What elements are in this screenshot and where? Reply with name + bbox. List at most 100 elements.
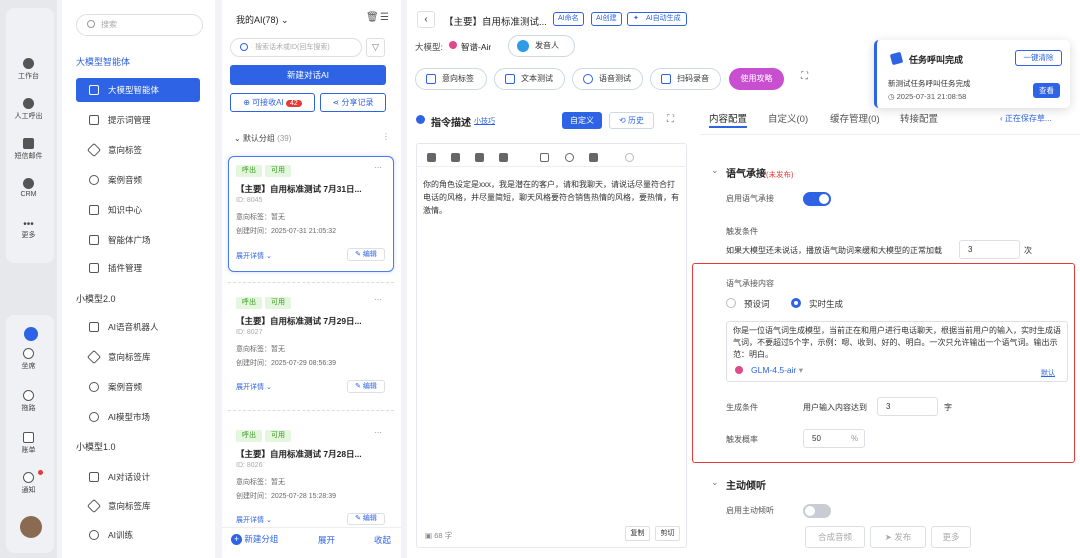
back-button[interactable]: ‹ bbox=[417, 11, 435, 28]
robot-icon bbox=[89, 322, 99, 332]
nav-item-voice-robot[interactable]: AI语音机器人 bbox=[76, 315, 200, 339]
tab-cache[interactable]: 缓存管理(0) bbox=[830, 111, 880, 125]
new-ai-button[interactable]: 新建对话AI bbox=[230, 65, 386, 85]
card-edit-button[interactable]: ✎ 编辑 bbox=[347, 513, 385, 525]
chevron-down-icon[interactable]: ⌄ bbox=[711, 165, 719, 176]
card-expand-link[interactable]: 展开详情 ⌄ bbox=[236, 382, 272, 392]
trash-icon[interactable]: 🗑 bbox=[366, 12, 379, 23]
copy-button[interactable]: 复制 bbox=[625, 526, 650, 541]
image-icon[interactable] bbox=[540, 153, 549, 162]
rail-manual-call[interactable]: 人工呼出 bbox=[0, 98, 57, 121]
nav-item-square[interactable]: 智能体广场 bbox=[76, 228, 200, 252]
card-expand-link[interactable]: 展开详情 ⌄ bbox=[236, 515, 272, 525]
card-more-icon[interactable]: ··· bbox=[374, 163, 382, 172]
note-icon[interactable] bbox=[451, 153, 460, 162]
expand-editor-icon[interactable]: ⛶ bbox=[667, 114, 674, 125]
nav-item-dialog-design[interactable]: AI对话设计 bbox=[76, 465, 200, 489]
default-link[interactable]: 默认 bbox=[1041, 368, 1055, 378]
rail-workbench[interactable]: 工作台 bbox=[0, 58, 57, 81]
radio-preset-label[interactable]: 预设词 bbox=[744, 298, 770, 310]
publish-button[interactable]: ➤ 发布 bbox=[870, 526, 926, 548]
nav-item-training[interactable]: AI训练 bbox=[76, 523, 200, 547]
scan-record-button[interactable]: 扫码录音 bbox=[650, 68, 721, 90]
radio-realtime[interactable] bbox=[791, 298, 801, 308]
ai-create-badge[interactable]: AI创建 bbox=[591, 12, 622, 26]
custom-button[interactable]: 自定义 bbox=[562, 112, 602, 129]
group-header[interactable]: ⌄ 默认分组 (39) bbox=[234, 133, 291, 144]
nav-item-prompt[interactable]: 提示词管理 bbox=[76, 108, 200, 132]
model-name[interactable]: 智谱-Air bbox=[461, 41, 491, 53]
mic-icon[interactable] bbox=[475, 153, 484, 162]
card-edit-button[interactable]: ✎ 编辑 bbox=[347, 248, 385, 261]
expand-all-button[interactable]: 展开 bbox=[318, 534, 335, 546]
sort-icon[interactable]: ☰ bbox=[380, 12, 389, 23]
nav-item-knowledge[interactable]: 知识中心 bbox=[76, 198, 200, 222]
receive-ai-button[interactable]: ⊕ 可接收AI 42 bbox=[230, 93, 315, 112]
agent-icon bbox=[89, 85, 99, 95]
card-title[interactable]: 【主要】自用标准测试 7月28日... bbox=[236, 448, 362, 460]
view-button[interactable]: 查看 bbox=[1033, 83, 1060, 98]
tab-content-config[interactable]: 内容配置 bbox=[709, 111, 747, 125]
card-expand-link[interactable]: 展开详情 ⌄ bbox=[236, 251, 272, 261]
nav-item-llm-agent[interactable]: 大模型智能体 bbox=[76, 78, 200, 102]
more-button[interactable]: 更多 bbox=[931, 526, 971, 548]
card-divider bbox=[228, 410, 394, 411]
trigger-count-input[interactable]: 3 bbox=[959, 240, 1020, 259]
tab-custom[interactable]: 自定义(0) bbox=[768, 111, 808, 125]
new-group-button[interactable]: + 新建分组 bbox=[231, 533, 278, 545]
gen-model-select[interactable]: GLM-4.5-air ▾ bbox=[751, 365, 803, 376]
card-more-icon[interactable]: ··· bbox=[374, 428, 382, 437]
radio-preset[interactable] bbox=[726, 298, 736, 308]
nav-item-model-market[interactable]: AI模型市场 bbox=[76, 405, 200, 429]
intent-tag-button[interactable]: 意向标签 bbox=[415, 68, 487, 90]
tips-link[interactable]: 小技巧 bbox=[474, 116, 495, 126]
card-edit-button[interactable]: ✎ 编辑 bbox=[347, 380, 385, 393]
text-test-button[interactable]: 文本测试 bbox=[494, 68, 565, 90]
nav-item-audio[interactable]: 案例音频 bbox=[76, 168, 200, 192]
rail-more[interactable]: ••• 更多 bbox=[0, 220, 57, 240]
rail-bill[interactable]: 账单 bbox=[0, 432, 57, 455]
speaker-chip[interactable]: 发音人 bbox=[508, 35, 575, 57]
sparkle-icon[interactable] bbox=[589, 153, 598, 162]
continuation-toggle[interactable] bbox=[803, 192, 831, 206]
avatar[interactable] bbox=[20, 516, 42, 538]
voice-add-icon[interactable] bbox=[427, 153, 436, 162]
share-record-button[interactable]: ⋖ 分享记录 bbox=[320, 93, 386, 112]
nav-item-audio2[interactable]: 案例音频 bbox=[76, 375, 200, 399]
rail-sms[interactable]: 短信邮件 bbox=[0, 138, 57, 161]
card-more-icon[interactable]: ··· bbox=[374, 295, 382, 304]
clear-all-button[interactable]: 一键清除 bbox=[1015, 50, 1062, 66]
collapse-all-button[interactable]: 收起 bbox=[374, 534, 391, 546]
rail-crm[interactable]: CRM bbox=[0, 178, 57, 198]
voice-test-button[interactable]: 语音测试 bbox=[572, 68, 643, 90]
tab-transfer[interactable]: 转接配置 bbox=[900, 111, 938, 125]
nav-item-intent[interactable]: 意向标签 bbox=[76, 138, 200, 162]
gen-char-input[interactable]: 3 bbox=[877, 397, 938, 416]
filter-icon[interactable]: ▽ bbox=[366, 38, 385, 57]
group-more-icon[interactable]: ⋮ bbox=[382, 132, 390, 141]
guide-button[interactable]: 使用攻略 bbox=[729, 68, 784, 90]
bulb-icon[interactable] bbox=[565, 153, 574, 162]
nav-item-intent-lib[interactable]: 意向标签库 bbox=[76, 345, 200, 369]
history-button[interactable]: ⟲ 历史 bbox=[609, 112, 654, 129]
listen-toggle[interactable] bbox=[803, 504, 831, 518]
cut-button[interactable]: 剪切 bbox=[655, 526, 680, 541]
nav-item-intent-lib2[interactable]: 意向标签库 bbox=[76, 494, 200, 518]
card-title[interactable]: 【主要】自用标准测试 7月29日... bbox=[236, 315, 362, 327]
nav-item-plugin[interactable]: 插件管理 bbox=[76, 256, 200, 280]
ai-rename-badge[interactable]: AI命名 bbox=[553, 12, 584, 26]
ai-autogen-badge[interactable]: ✦ AI自动生成 bbox=[627, 12, 687, 26]
plugin-icon[interactable] bbox=[499, 153, 508, 162]
list-title[interactable]: 我的AI(78) ⌄ bbox=[236, 13, 289, 26]
ai-search-input[interactable]: 搜索话术或ID(回车搜索) bbox=[230, 38, 362, 57]
rail-notify[interactable]: 通知 bbox=[0, 472, 57, 495]
instruction-text[interactable]: 你的角色设定是xxx，我是潜在的客户，请和我聊天，请说话尽量符合打电话的风格，并… bbox=[423, 178, 681, 217]
clock-icon[interactable] bbox=[625, 153, 634, 162]
synth-audio-button[interactable]: 合成音频 bbox=[805, 526, 865, 548]
radio-realtime-label[interactable]: 实时生成 bbox=[809, 298, 843, 310]
rail-agent[interactable]: 坐席 bbox=[0, 348, 57, 371]
chevron-down-icon[interactable]: ⌄ bbox=[711, 477, 719, 488]
rail-route[interactable]: 拖路 bbox=[0, 390, 57, 413]
fullscreen-icon[interactable]: ⛶ bbox=[801, 71, 808, 82]
nav-search-input[interactable]: 搜索 bbox=[76, 14, 203, 36]
